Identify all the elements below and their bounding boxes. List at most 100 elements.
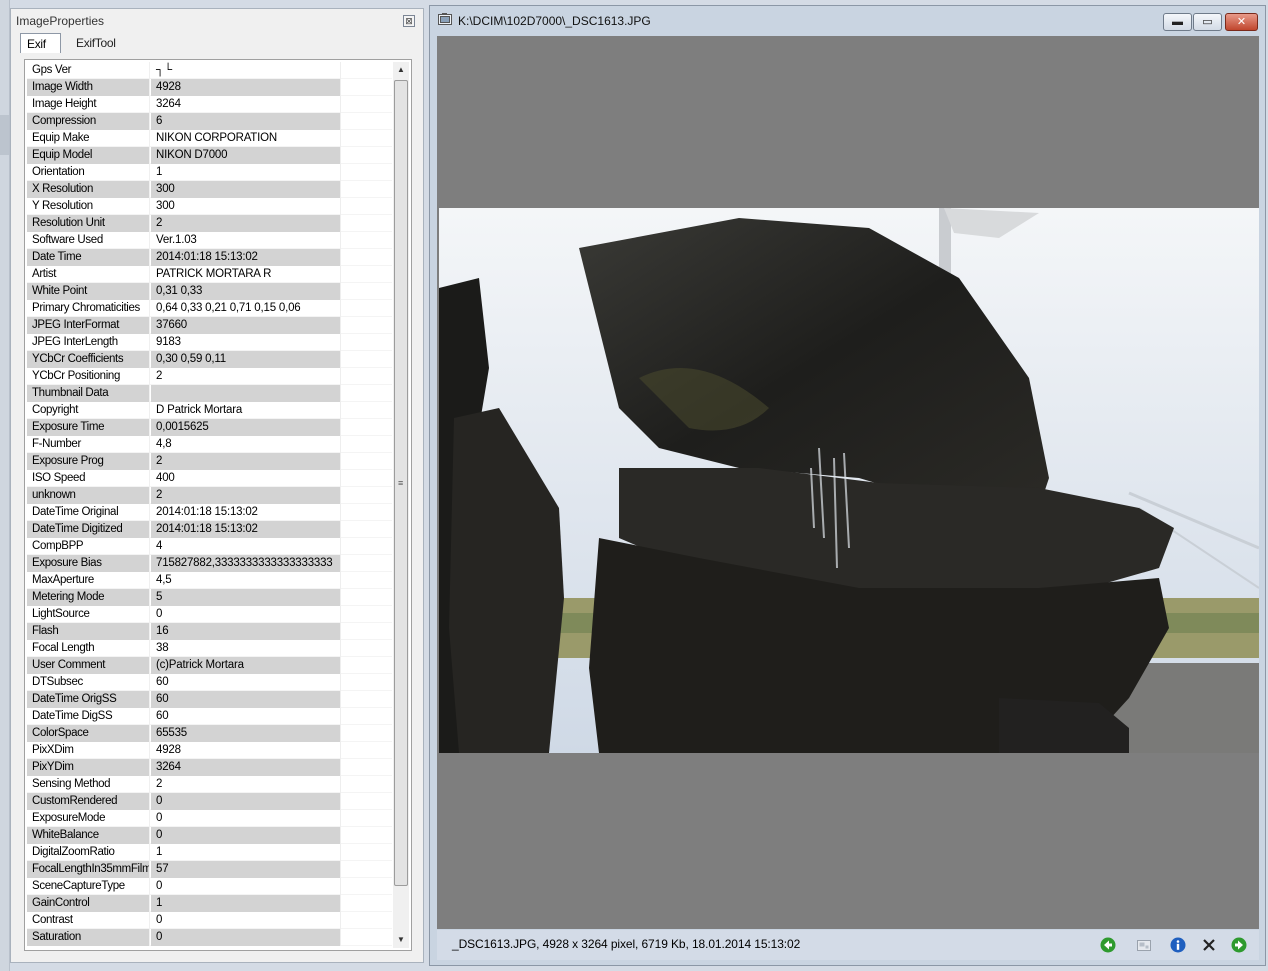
exif-property-value[interactable]: ┐└: [151, 62, 340, 79]
exif-row[interactable]: Thumbnail Data: [27, 385, 392, 402]
exif-row[interactable]: Focal Length 38: [27, 640, 392, 657]
exif-row[interactable]: Date Time 2014:01:18 15:13:02: [27, 249, 392, 266]
exif-property-value[interactable]: 400: [151, 470, 340, 487]
exif-row[interactable]: Compression 6: [27, 113, 392, 130]
exif-property-value[interactable]: 3264: [151, 759, 340, 776]
panel-close-button[interactable]: ⊠: [403, 15, 415, 27]
exif-property-value[interactable]: 3264: [151, 96, 340, 113]
exif-property-value[interactable]: 715827882,3333333333333333333: [151, 555, 340, 572]
exif-property-value[interactable]: 2014:01:18 15:13:02: [151, 504, 340, 521]
exif-property-value[interactable]: 2: [151, 453, 340, 470]
exif-row[interactable]: DTSubsec 60: [27, 674, 392, 691]
exif-property-value[interactable]: 2014:01:18 15:13:02: [151, 521, 340, 538]
exif-row[interactable]: Software Used Ver.1.03: [27, 232, 392, 249]
exif-property-value[interactable]: 5: [151, 589, 340, 606]
exif-property-value[interactable]: 1: [151, 164, 340, 181]
exif-property-value[interactable]: 0,31 0,33: [151, 283, 340, 300]
thumbnail-icon[interactable]: [1136, 937, 1152, 953]
delete-icon[interactable]: [1201, 937, 1217, 953]
exif-property-value[interactable]: 0,64 0,33 0,21 0,71 0,15 0,06: [151, 300, 340, 317]
exif-row[interactable]: DigitalZoomRatio 1: [27, 844, 392, 861]
exif-property-value[interactable]: 60: [151, 708, 340, 725]
exif-row[interactable]: JPEG InterLength 9183: [27, 334, 392, 351]
exif-row[interactable]: Copyright D Patrick Mortara: [27, 402, 392, 419]
exif-property-value[interactable]: 1: [151, 895, 340, 912]
exif-row[interactable]: Y Resolution 300: [27, 198, 392, 215]
exif-row[interactable]: Image Height 3264: [27, 96, 392, 113]
exif-row[interactable]: Exposure Prog 2: [27, 453, 392, 470]
exif-property-value[interactable]: 2014:01:18 15:13:02: [151, 249, 340, 266]
exif-property-value[interactable]: 1: [151, 844, 340, 861]
exif-row[interactable]: SceneCaptureType 0: [27, 878, 392, 895]
exif-property-value[interactable]: 2: [151, 368, 340, 385]
exif-property-value[interactable]: 4,8: [151, 436, 340, 453]
exif-row[interactable]: Saturation 0: [27, 929, 392, 946]
exif-row[interactable]: User Comment (c)Patrick Mortara: [27, 657, 392, 674]
close-window-button[interactable]: ✕: [1225, 13, 1258, 31]
image-canvas[interactable]: [437, 36, 1259, 929]
exif-row[interactable]: Artist PATRICK MORTARA R: [27, 266, 392, 283]
scroll-up-arrow-icon[interactable]: ▲: [393, 62, 409, 78]
exif-row[interactable]: ColorSpace 65535: [27, 725, 392, 742]
exif-row[interactable]: GainControl 1: [27, 895, 392, 912]
exif-property-value[interactable]: D Patrick Mortara: [151, 402, 340, 419]
exif-property-value[interactable]: 0: [151, 810, 340, 827]
exif-property-value[interactable]: 37660: [151, 317, 340, 334]
exif-row[interactable]: X Resolution 300: [27, 181, 392, 198]
exif-row[interactable]: YCbCr Positioning 2: [27, 368, 392, 385]
exif-property-value[interactable]: 2: [151, 487, 340, 504]
scrollbar-thumb[interactable]: ≡: [394, 80, 408, 886]
exif-property-value[interactable]: 0: [151, 912, 340, 929]
exif-row[interactable]: Metering Mode 5: [27, 589, 392, 606]
exif-property-value[interactable]: 0: [151, 878, 340, 895]
exif-property-value[interactable]: 6: [151, 113, 340, 130]
exif-property-value[interactable]: 16: [151, 623, 340, 640]
arrow-left-icon[interactable]: [1100, 937, 1116, 953]
scroll-down-arrow-icon[interactable]: ▼: [393, 932, 409, 948]
exif-property-value[interactable]: 300: [151, 198, 340, 215]
exif-property-value[interactable]: 4,5: [151, 572, 340, 589]
exif-property-value[interactable]: 57: [151, 861, 340, 878]
exif-row[interactable]: Exposure Time 0,0015625: [27, 419, 392, 436]
exif-row[interactable]: CompBPP 4: [27, 538, 392, 555]
exif-property-value[interactable]: PATRICK MORTARA R: [151, 266, 340, 283]
tab-exif[interactable]: Exif: [20, 33, 61, 53]
exif-row[interactable]: ISO Speed 400: [27, 470, 392, 487]
exif-row[interactable]: YCbCr Coefficients 0,30 0,59 0,11: [27, 351, 392, 368]
exif-row[interactable]: Orientation 1: [27, 164, 392, 181]
exif-row[interactable]: PixYDim 3264: [27, 759, 392, 776]
exif-row[interactable]: unknown 2: [27, 487, 392, 504]
exif-property-value[interactable]: Ver.1.03: [151, 232, 340, 249]
exif-row[interactable]: White Point 0,31 0,33: [27, 283, 392, 300]
exif-property-value[interactable]: 2: [151, 215, 340, 232]
exif-row[interactable]: CustomRendered 0: [27, 793, 392, 810]
exif-row[interactable]: Resolution Unit 2: [27, 215, 392, 232]
exif-row[interactable]: Equip Model NIKON D7000: [27, 147, 392, 164]
exif-property-value[interactable]: 0: [151, 793, 340, 810]
exif-property-value[interactable]: NIKON CORPORATION: [151, 130, 340, 147]
exif-property-value[interactable]: 0,30 0,59 0,11: [151, 351, 340, 368]
exif-property-value[interactable]: 4928: [151, 742, 340, 759]
vertical-scrollbar[interactable]: ▲ ≡ ▼: [393, 62, 409, 948]
exif-row[interactable]: DateTime OrigSS 60: [27, 691, 392, 708]
exif-property-value[interactable]: 0: [151, 606, 340, 623]
exif-property-value[interactable]: 2: [151, 776, 340, 793]
exif-row[interactable]: Image Width 4928: [27, 79, 392, 96]
exif-row[interactable]: Contrast 0: [27, 912, 392, 929]
exif-row[interactable]: LightSource 0: [27, 606, 392, 623]
exif-row[interactable]: Gps Ver ┐└: [27, 62, 392, 79]
exif-row[interactable]: DateTime Original 2014:01:18 15:13:02: [27, 504, 392, 521]
exif-row[interactable]: Exposure Bias 715827882,33333333333333333…: [27, 555, 392, 572]
exif-property-value[interactable]: 38: [151, 640, 340, 657]
exif-row[interactable]: Equip Make NIKON CORPORATION: [27, 130, 392, 147]
exif-property-value[interactable]: 0: [151, 929, 340, 946]
exif-property-value[interactable]: 0,0015625: [151, 419, 340, 436]
exif-property-value[interactable]: NIKON D7000: [151, 147, 340, 164]
exif-row[interactable]: F-Number 4,8: [27, 436, 392, 453]
exif-property-value[interactable]: 0: [151, 827, 340, 844]
exif-row[interactable]: WhiteBalance 0: [27, 827, 392, 844]
viewer-titlebar[interactable]: K:\DCIM\102D7000\_DSC1613.JPG ▬ ▭ ✕: [430, 6, 1265, 34]
exif-row[interactable]: DateTime Digitized 2014:01:18 15:13:02: [27, 521, 392, 538]
exif-row[interactable]: JPEG InterFormat 37660: [27, 317, 392, 334]
exif-property-value[interactable]: 4928: [151, 79, 340, 96]
